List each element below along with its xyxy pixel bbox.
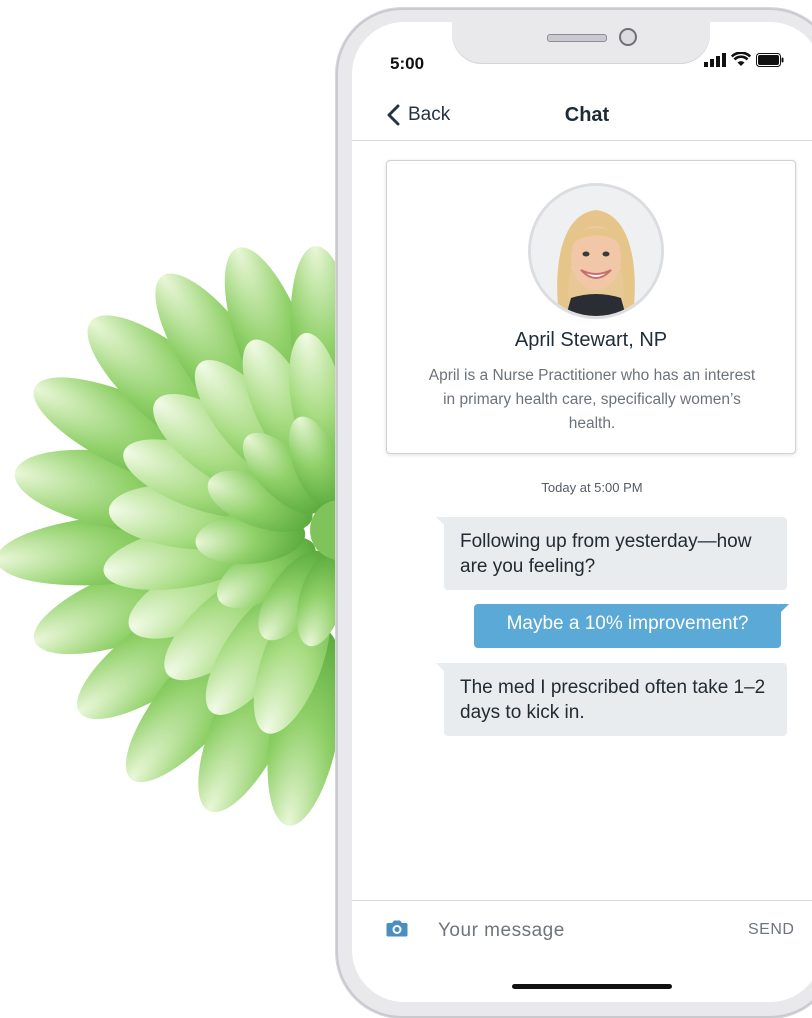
signal-icon xyxy=(704,52,726,67)
camera-icon[interactable] xyxy=(386,919,408,937)
message-timestamp: Today at 5:00 PM xyxy=(541,480,643,495)
status-icons xyxy=(704,52,784,67)
message-bubble-outgoing: Maybe a 10% improvement? xyxy=(474,604,789,648)
message-bubble-incoming: Following up from yesterday—how are you … xyxy=(436,517,787,590)
phone-screen: 5:00 Back Chat April Stewart, NP April i… xyxy=(352,22,812,1002)
battery-icon xyxy=(756,52,784,67)
provider-bio: April is a Nurse Practitioner who has an… xyxy=(428,367,756,432)
send-button[interactable]: SEND xyxy=(748,921,794,939)
phone-frame: 5:00 Back Chat April Stewart, NP April i… xyxy=(336,8,812,1018)
message-input[interactable] xyxy=(436,915,720,947)
provider-card: April Stewart, NP April is a Nurse Pract… xyxy=(386,160,796,454)
message-composer: SEND xyxy=(352,900,812,961)
flower-decoration xyxy=(0,246,370,826)
avatar-portrait xyxy=(531,186,661,316)
nav-bar: Back Chat xyxy=(352,90,812,141)
phone-notch xyxy=(452,22,710,64)
provider-name: April Stewart, NP xyxy=(514,329,668,351)
message-bubble-incoming: The med I prescribed often take 1–2 days… xyxy=(436,663,787,736)
wifi-icon xyxy=(731,52,751,66)
speaker-grille xyxy=(547,34,607,42)
front-camera xyxy=(619,28,637,46)
status-time: 5:00 xyxy=(390,54,425,73)
avatar xyxy=(528,183,664,319)
page-title: Chat xyxy=(564,104,610,126)
home-indicator xyxy=(512,984,672,989)
